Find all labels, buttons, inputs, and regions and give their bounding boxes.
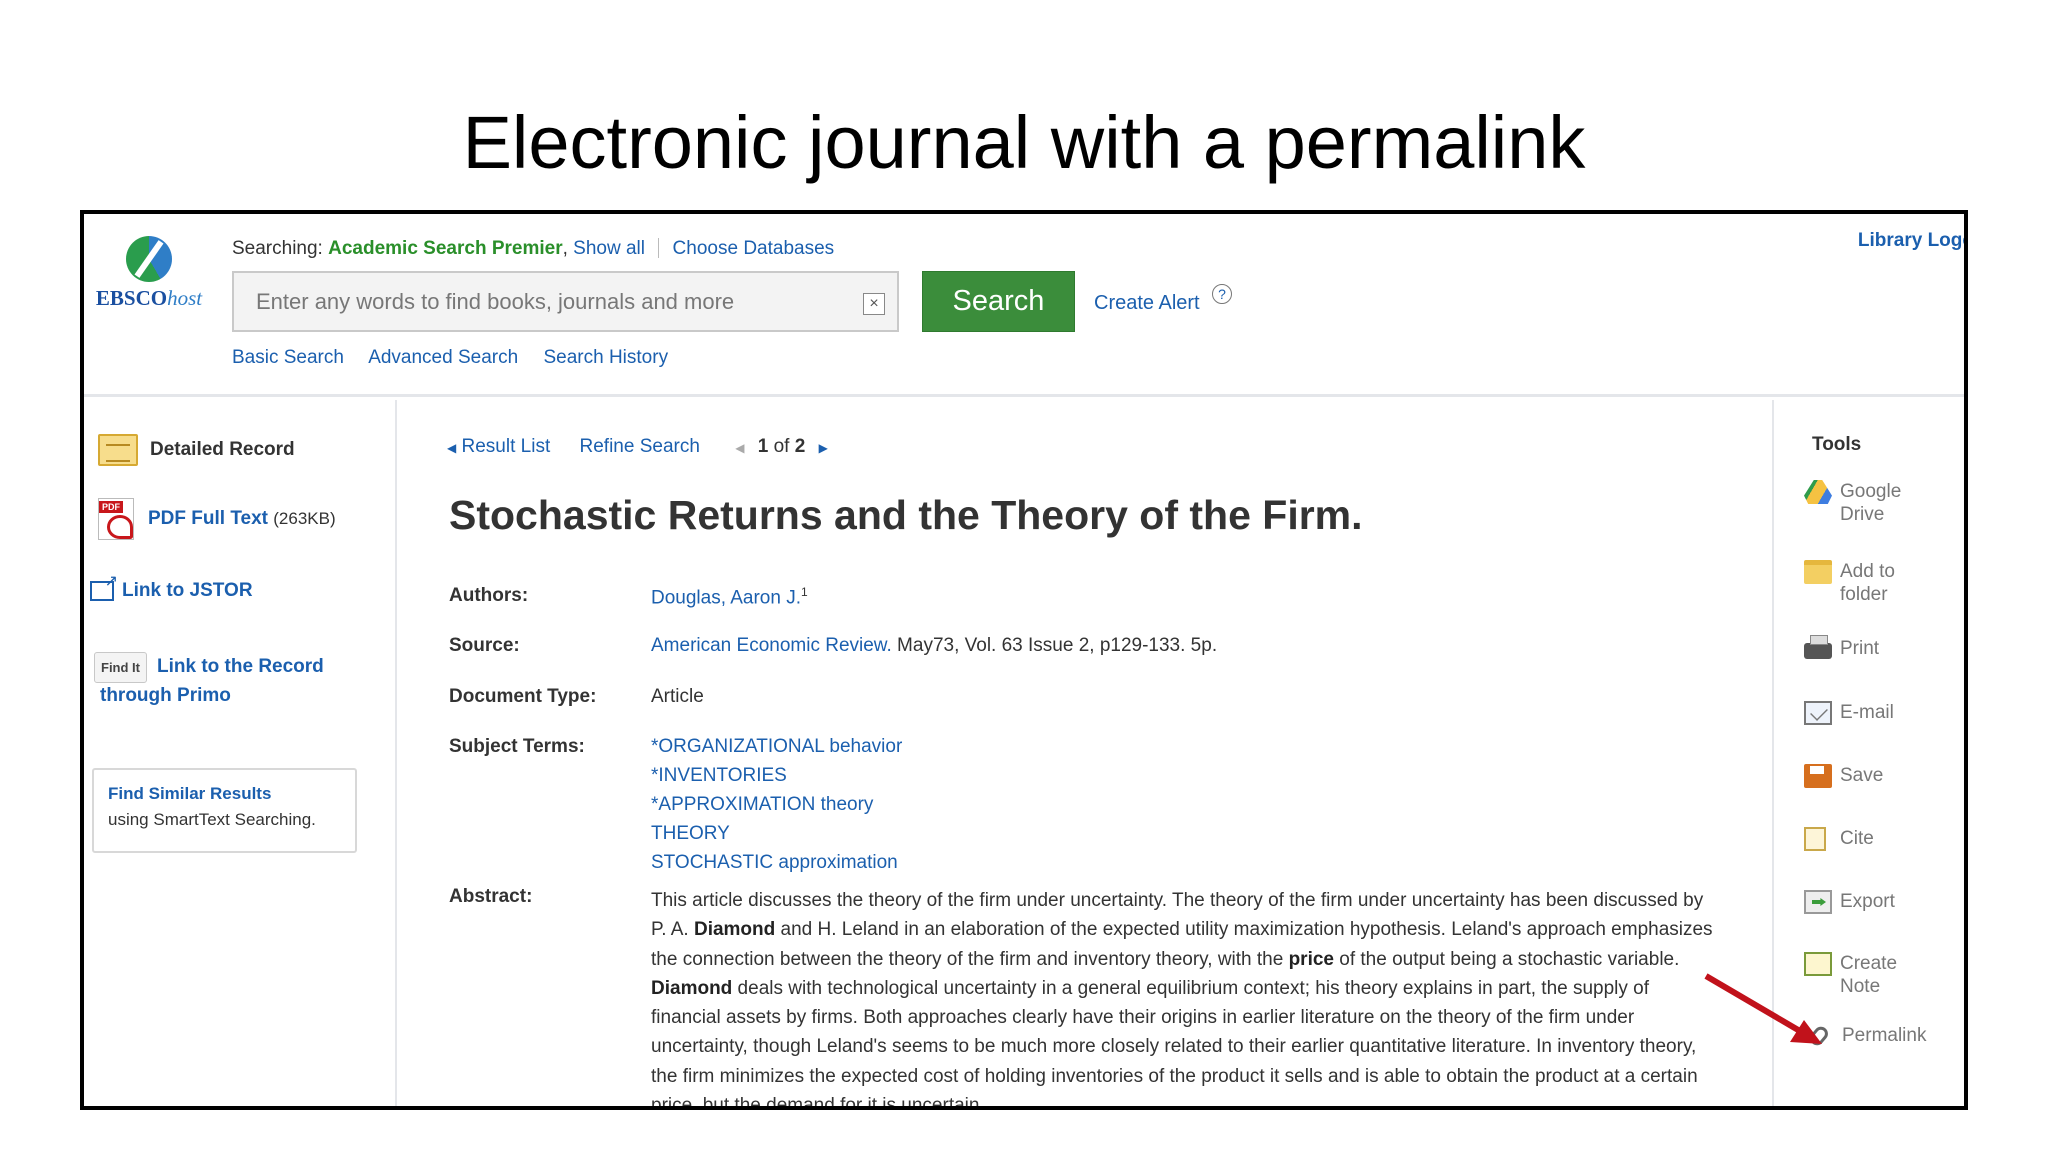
cite-icon bbox=[1804, 827, 1826, 851]
subject-term[interactable]: *ORGANIZATIONAL behavior bbox=[651, 732, 1721, 761]
record-main: ◀ Result List Refine Search ◀ 1 of 2 ▶ S… bbox=[399, 400, 1769, 1110]
tool-cite[interactable]: Cite bbox=[1804, 827, 1874, 851]
tool-save[interactable]: Save bbox=[1804, 764, 1883, 788]
link-to-jstor[interactable]: Link to JSTOR bbox=[90, 571, 253, 602]
find-similar-box[interactable]: Find Similar Results using SmartText Sea… bbox=[92, 768, 357, 853]
browser-screenshot-frame: EBSCOhost Searching: Academic Search Pre… bbox=[80, 210, 1968, 1110]
page-indicator: 1 of 2 bbox=[757, 436, 806, 457]
jstor-label: Link to JSTOR bbox=[122, 580, 253, 601]
result-list-link[interactable]: Result List bbox=[462, 436, 551, 457]
find-similar-sub: using SmartText Searching. bbox=[108, 810, 316, 829]
subject-term[interactable]: THEORY bbox=[651, 819, 1721, 848]
detailed-record-label: Detailed Record bbox=[150, 439, 295, 461]
journal-link[interactable]: American Economic Review. bbox=[651, 635, 892, 656]
google-drive-icon bbox=[1804, 480, 1832, 504]
note-icon bbox=[1804, 952, 1832, 976]
search-input[interactable] bbox=[234, 273, 834, 330]
printer-icon bbox=[1804, 635, 1832, 659]
subject-list: *ORGANIZATIONAL behavior *INVENTORIES *A… bbox=[651, 732, 1721, 877]
search-mode-links: Basic Search Advanced Search Search Hist… bbox=[232, 347, 688, 369]
caret-left-icon: ◀ bbox=[447, 441, 457, 455]
tool-email[interactable]: E-mail bbox=[1804, 701, 1894, 725]
tool-google-drive[interactable]: Google Drive bbox=[1804, 480, 1901, 526]
find-similar-link[interactable]: Find Similar Results bbox=[108, 784, 341, 804]
source-detail: May73, Vol. 63 Issue 2, p129-133. 5p. bbox=[897, 635, 1218, 656]
link-icon bbox=[1807, 1023, 1831, 1049]
help-icon[interactable]: ? bbox=[1212, 284, 1232, 304]
search-history-link[interactable]: Search History bbox=[543, 347, 668, 368]
clear-search-icon[interactable]: × bbox=[863, 293, 885, 315]
advanced-search-link[interactable]: Advanced Search bbox=[368, 347, 518, 368]
subject-term[interactable]: *INVENTORIES bbox=[651, 761, 1721, 790]
pdf-full-text-label: PDF Full Text bbox=[148, 508, 268, 530]
slide-title: Electronic journal with a permalink bbox=[462, 101, 1586, 184]
external-link-icon bbox=[90, 571, 118, 601]
create-alert-link[interactable]: Create Alert bbox=[1094, 292, 1200, 315]
refine-search-link[interactable]: Refine Search bbox=[580, 436, 700, 457]
logo-text: EBSCOhost bbox=[95, 286, 203, 310]
abstract-text: This article discusses the theory of the… bbox=[651, 890, 1713, 1110]
subject-term[interactable]: STOCHASTIC approximation bbox=[651, 848, 1721, 877]
link-to-primo[interactable]: Find It Link to the Record through Primo bbox=[94, 652, 324, 708]
tools-title: Tools bbox=[1812, 434, 1862, 455]
author-link[interactable]: Douglas, Aaron J. bbox=[651, 587, 801, 608]
record-nav: ◀ Result List Refine Search ◀ 1 of 2 ▶ bbox=[447, 436, 828, 458]
pdf-size: (263KB) bbox=[273, 509, 336, 529]
tools-panel: Tools Google Drive Add to folder Print E-m… bbox=[1772, 400, 1964, 1106]
ebscohost-logo[interactable]: EBSCOhost bbox=[84, 236, 214, 311]
tool-print[interactable]: Print bbox=[1804, 635, 1879, 660]
search-button[interactable]: Search bbox=[922, 271, 1075, 332]
searching-label: Searching: bbox=[232, 238, 323, 259]
primo-label-2: through Primo bbox=[100, 685, 231, 706]
pdf-full-text-link[interactable]: PDF Full Text (263KB) bbox=[98, 498, 336, 540]
tool-permalink[interactable]: Permalink bbox=[1804, 1023, 1926, 1049]
doc-type-label: Document Type: bbox=[449, 686, 597, 707]
save-icon bbox=[1804, 764, 1832, 788]
next-record-icon[interactable]: ▶ bbox=[819, 441, 828, 455]
detailed-record-icon bbox=[98, 434, 138, 466]
abstract-label: Abstract: bbox=[449, 886, 533, 907]
left-sidebar: Detailed Record PDF Full Text (263KB) Li… bbox=[84, 400, 397, 1106]
searching-line: Searching: Academic Search Premier, Show… bbox=[232, 238, 835, 259]
basic-search-link[interactable]: Basic Search bbox=[232, 347, 344, 368]
primo-label-1: Link to the Record bbox=[157, 656, 324, 677]
database-name: Academic Search Premier bbox=[328, 238, 563, 259]
email-icon bbox=[1804, 701, 1832, 725]
ebsco-logo-icon bbox=[126, 236, 172, 282]
tool-create-note[interactable]: Create Note bbox=[1804, 952, 1897, 998]
library-logo[interactable]: Library Logo bbox=[1858, 230, 1964, 252]
subject-term[interactable]: *APPROXIMATION theory bbox=[651, 790, 1721, 819]
detailed-record-item[interactable]: Detailed Record bbox=[98, 434, 295, 466]
record-title: Stochastic Returns and the Theory of the… bbox=[449, 492, 1363, 538]
search-box: × bbox=[232, 271, 899, 332]
divider bbox=[658, 238, 660, 258]
subjects-label: Subject Terms: bbox=[449, 736, 585, 757]
find-it-badge-icon: Find It bbox=[94, 652, 147, 683]
tool-add-to-folder[interactable]: Add to folder bbox=[1804, 560, 1895, 606]
tool-export[interactable]: Export bbox=[1804, 890, 1895, 914]
authors-label: Authors: bbox=[449, 585, 529, 606]
source-label: Source: bbox=[449, 635, 520, 656]
folder-icon bbox=[1804, 560, 1832, 584]
header: EBSCOhost Searching: Academic Search Pre… bbox=[84, 214, 1964, 397]
choose-databases-link[interactable]: Choose Databases bbox=[673, 238, 835, 259]
prev-record-icon[interactable]: ◀ bbox=[735, 441, 744, 455]
show-all-link[interactable]: Show all bbox=[573, 238, 645, 259]
doc-type-value: Article bbox=[651, 686, 704, 707]
pdf-icon bbox=[98, 498, 134, 540]
author-affiliation: 1 bbox=[800, 585, 808, 599]
export-icon bbox=[1804, 890, 1832, 914]
